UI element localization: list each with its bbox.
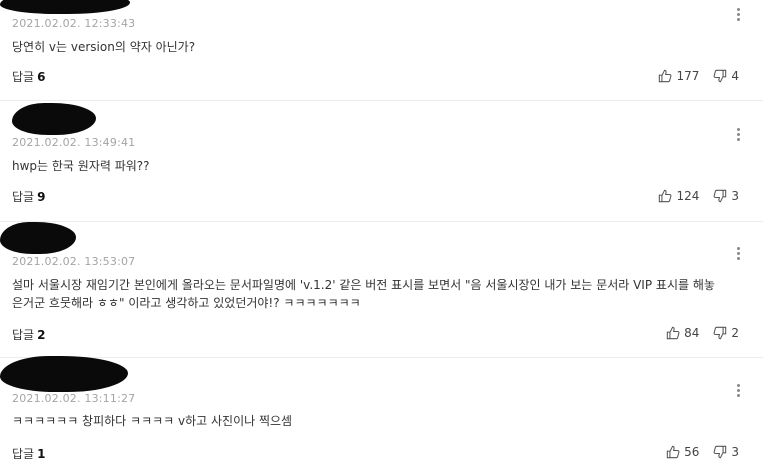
redacted-username	[0, 0, 130, 14]
reply-label: 답글	[12, 447, 35, 461]
comment-timestamp: 2021.02.02. 13:11:27	[12, 392, 136, 405]
reply-button[interactable]: 답글 6	[12, 68, 45, 85]
like-count: 84	[684, 326, 700, 340]
more-options-icon[interactable]	[737, 384, 741, 399]
dislike-count: 2	[731, 326, 739, 340]
thumbs-down-icon	[713, 189, 727, 203]
thumbs-up-icon	[659, 189, 672, 203]
vote-group: 124 3	[658, 189, 739, 203]
comment-text: 당연히 v는 version의 약자 아닌가?	[12, 40, 196, 54]
reply-count: 1	[37, 447, 46, 461]
like-count: 56	[684, 445, 700, 459]
reply-count: 9	[37, 190, 46, 204]
like-button[interactable]: 84	[666, 326, 699, 340]
reply-label: 답글	[12, 190, 35, 204]
comment-text: hwp는 한국 원자력 파워??	[12, 159, 150, 173]
reply-count: 2	[37, 328, 46, 342]
thumbs-up-icon	[666, 326, 680, 340]
thumbs-down-icon	[713, 326, 727, 340]
like-button[interactable]: 177	[658, 69, 699, 83]
like-count: 177	[676, 69, 700, 83]
thumbs-up-icon	[659, 69, 672, 83]
reply-button[interactable]: 답글 2	[12, 326, 45, 343]
dislike-button[interactable]: 4	[713, 69, 739, 83]
thumbs-up-icon	[666, 445, 680, 459]
redacted-username	[0, 222, 76, 254]
reply-label: 답글	[12, 70, 35, 84]
thumbs-down-icon	[713, 445, 727, 459]
like-count: 124	[676, 189, 700, 203]
vote-group: 177 4	[658, 69, 739, 83]
reply-button[interactable]: 답글 1	[12, 445, 45, 462]
vote-group: 84 2	[666, 326, 739, 340]
comment-item: 2021.02.02. 13:11:27 ㅋㅋㅋㅋㅋㅋ 창피하다 ㅋㅋㅋㅋ v하…	[0, 356, 763, 476]
comment-text: 설마 서울시장 재임기간 본인에게 올라오는 문서파일명에 'v.1.2' 같은…	[12, 278, 715, 310]
comment-timestamp: 2021.02.02. 13:49:41	[12, 136, 136, 149]
reply-count: 6	[37, 70, 46, 84]
vote-group: 56 3	[666, 445, 739, 459]
redacted-username	[12, 103, 96, 135]
dislike-button[interactable]: 2	[713, 326, 739, 340]
dislike-count: 4	[731, 69, 739, 83]
more-options-icon[interactable]	[737, 247, 741, 262]
comment-item: 2021.02.02. 12:33:43 당연히 v는 version의 약자 …	[0, 0, 763, 100]
comment-text: ㅋㅋㅋㅋㅋㅋ 창피하다 ㅋㅋㅋㅋ v하고 사진이나 찍으셈	[12, 414, 293, 428]
comment-timestamp: 2021.02.02. 12:33:43	[12, 17, 136, 30]
dislike-count: 3	[731, 189, 739, 203]
reply-button[interactable]: 답글 9	[12, 188, 45, 205]
like-button[interactable]: 56	[666, 445, 699, 459]
reply-label: 답글	[12, 328, 35, 342]
comment-timestamp: 2021.02.02. 13:53:07	[12, 255, 136, 268]
dislike-button[interactable]: 3	[713, 445, 739, 459]
dislike-button[interactable]: 3	[713, 189, 739, 203]
more-options-icon[interactable]	[737, 8, 741, 23]
dislike-count: 3	[731, 445, 739, 459]
comment-item: 2021.02.02. 13:49:41 hwp는 한국 원자력 파워?? 답글…	[0, 101, 763, 221]
like-button[interactable]: 124	[658, 189, 699, 203]
more-options-icon[interactable]	[737, 128, 741, 143]
comment-item: 2021.02.02. 13:53:07 설마 서울시장 재임기간 본인에게 올…	[0, 222, 763, 357]
redacted-username	[0, 356, 128, 392]
thumbs-down-icon	[713, 69, 727, 83]
